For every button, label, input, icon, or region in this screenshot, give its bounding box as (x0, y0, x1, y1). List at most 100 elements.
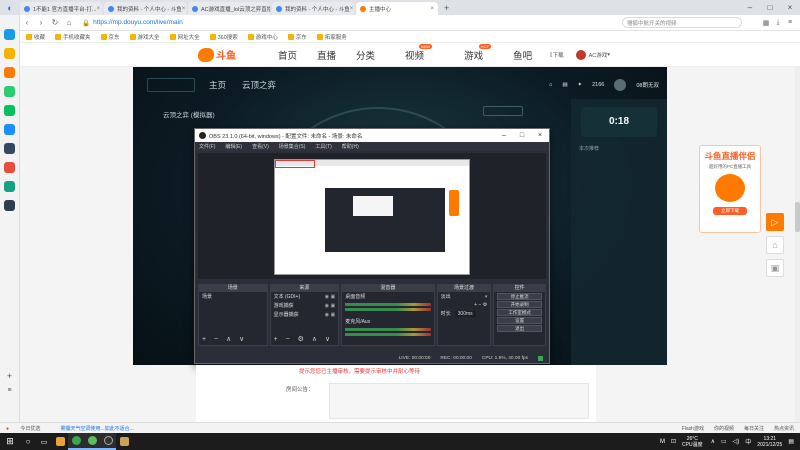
side-app-icon[interactable] (4, 162, 15, 173)
obs-preview[interactable] (198, 153, 546, 279)
tab-close-icon[interactable]: × (97, 6, 101, 12)
weather-widget[interactable]: 26°C CPU温度 (682, 436, 703, 448)
player-tab-game[interactable]: 云顶之弈 (242, 79, 276, 91)
task-view-icon[interactable]: ▭ (36, 433, 52, 450)
browser-logo-icon[interactable]: ◐ (0, 0, 20, 15)
browser-tab[interactable]: 我的资料 - 个人中心 - 斗鱼 × (104, 2, 186, 15)
status-item[interactable]: 每日关注 (744, 425, 764, 432)
scene-item[interactable]: 场景 (199, 292, 267, 301)
new-tab-icon[interactable]: + (444, 3, 449, 13)
screen-float-icon[interactable]: ▣ (766, 259, 784, 277)
tab-close-icon[interactable]: × (430, 6, 434, 12)
taskbar-obs-icon[interactable] (100, 433, 116, 450)
download-icon[interactable]: ⤓ (772, 19, 784, 27)
side-app-icon[interactable] (4, 143, 15, 154)
taskbar-browser-icon[interactable] (68, 433, 84, 450)
obs-menu-tools[interactable]: 工具(T) (315, 143, 331, 150)
nav-video[interactable]: 视频 NEW (395, 43, 434, 62)
forward-icon[interactable]: › (34, 18, 48, 27)
source-item[interactable]: 游戏捕获 ◉ ▣ (271, 301, 339, 310)
volume-meter[interactable] (345, 308, 431, 311)
obs-maximize-icon[interactable]: □ (513, 132, 531, 139)
side-app-icon[interactable] (4, 124, 15, 135)
chevron-down-icon[interactable]: ▾ (607, 52, 610, 58)
volume-meter[interactable] (345, 333, 431, 336)
transition-tools[interactable]: + − ⚙ (438, 301, 491, 309)
volume-meter[interactable] (345, 328, 431, 331)
eye-icon[interactable]: ◉ ▣ (325, 312, 335, 318)
tray-icon[interactable]: ⊡ (671, 438, 676, 445)
obs-titlebar[interactable]: OBS 23.1.0 (64-bit, windows) - 配置文件: 未命名… (195, 129, 549, 142)
taskbar-app-icon[interactable] (116, 433, 132, 450)
status-item[interactable]: 你的视频 (714, 425, 734, 432)
status-item[interactable]: ● 今日优选 (6, 425, 50, 432)
status-item[interactable]: Flash游戏 (682, 425, 704, 432)
obs-menu-help[interactable]: 帮助(H) (342, 143, 359, 150)
bookmark-item[interactable]: 游戏中心 (247, 33, 278, 41)
source-item[interactable]: 文本 (GDI+) ◉ ▣ (271, 292, 339, 301)
close-window-icon[interactable]: × (780, 3, 800, 12)
settings-button[interactable]: 设置 (497, 317, 543, 324)
obs-minimize-icon[interactable]: – (495, 132, 513, 139)
duration-input[interactable]: 300ms (454, 310, 476, 317)
side-add-icon[interactable]: + (0, 371, 19, 381)
side-app-icon[interactable] (4, 105, 15, 116)
nav-home[interactable]: 首页 (278, 48, 297, 62)
side-app-icon[interactable] (4, 29, 15, 40)
url-field[interactable]: 🔒 https://mp.douyu.com/live/main (82, 17, 502, 28)
nav-game[interactable]: 游戏 HOT (454, 43, 493, 62)
source-item[interactable]: 显示器捕获 ◉ ▣ (271, 310, 339, 319)
browser-tab[interactable]: 1不能1 官方直播平台-打... × (20, 2, 102, 15)
settings-icon[interactable]: ≡ (784, 19, 796, 27)
studio-mode-button[interactable]: 工作室模式 (497, 309, 543, 316)
side-menu-icon[interactable]: ≡ (0, 387, 19, 394)
back-icon[interactable]: ‹ (20, 18, 34, 27)
clock[interactable]: 13:21 2021/12/25 (757, 436, 782, 448)
taskbar-app-icon[interactable] (52, 433, 68, 450)
side-app-icon[interactable] (4, 200, 15, 211)
obs-window[interactable]: OBS 23.1.0 (64-bit, windows) - 配置文件: 未命名… (194, 128, 550, 364)
status-item[interactable]: 雾霾天气空调使用...如此不适合... (60, 425, 143, 432)
username[interactable]: AC游戏 (589, 51, 608, 59)
transition-select[interactable]: 淡出 ▾ (438, 292, 491, 301)
announcement-textarea[interactable] (329, 383, 589, 419)
eye-icon[interactable]: ◉ ▣ (325, 303, 335, 309)
side-app-icon[interactable] (4, 48, 15, 59)
bookmark-item[interactable]: 京东 (100, 33, 120, 41)
browser-tab[interactable]: AC游戏直播_lol云顶之弈直播...× (188, 2, 270, 15)
page-scrollbar[interactable] (795, 67, 800, 422)
bookmark-item[interactable]: 游戏大全 (129, 33, 160, 41)
maximize-icon[interactable]: □ (760, 3, 780, 12)
bookmark-item[interactable]: 收藏 (26, 33, 45, 41)
volume-icon[interactable]: ◁) (733, 438, 740, 445)
nav-live[interactable]: 直播 (317, 48, 336, 62)
minimize-icon[interactable]: – (740, 3, 760, 12)
exit-button[interactable]: 退出 (497, 325, 543, 332)
bookmark-item[interactable]: 360搜索 (209, 33, 238, 41)
search-input[interactable]: 搜狐中航开关的视频 (622, 17, 742, 28)
play-icon[interactable]: ▷ (766, 213, 784, 231)
obs-close-icon[interactable]: × (531, 132, 549, 139)
obs-menu-file[interactable]: 文件(F) (199, 143, 215, 150)
scenes-toolbar[interactable]: + − ∧ ∨ (202, 335, 247, 343)
search-icon[interactable]: ○ (20, 433, 36, 450)
status-item[interactable]: 热点资讯 (774, 425, 794, 432)
bookmark-item[interactable]: 网址大全 (169, 33, 200, 41)
side-app-icon[interactable] (4, 67, 15, 78)
ime-icon[interactable]: 中 (745, 437, 751, 446)
tab-close-icon[interactable]: × (182, 6, 186, 12)
stop-streaming-button[interactable]: 停止推流 (497, 293, 543, 300)
home-icon[interactable]: ⌂ (62, 18, 76, 27)
taskbar-browser2-icon[interactable] (84, 433, 100, 450)
sources-toolbar[interactable]: + − ⚙ ∧ ∨ (274, 335, 333, 343)
extension-icon[interactable]: ▦ (760, 19, 772, 27)
obs-menu-scene-collection[interactable]: 场景集合(S) (279, 143, 306, 150)
douyu-logo[interactable]: 斗鱼 (198, 46, 258, 64)
scrollbar-thumb[interactable] (795, 202, 800, 232)
avatar[interactable] (575, 49, 586, 60)
obs-menu-view[interactable]: 查看(V) (252, 143, 269, 150)
nav-category[interactable]: 分类 (356, 48, 375, 62)
network-icon[interactable]: ▭ (721, 438, 727, 445)
tray-icon[interactable]: M (660, 439, 665, 445)
bookmark-item[interactable]: 京东 (287, 33, 307, 41)
